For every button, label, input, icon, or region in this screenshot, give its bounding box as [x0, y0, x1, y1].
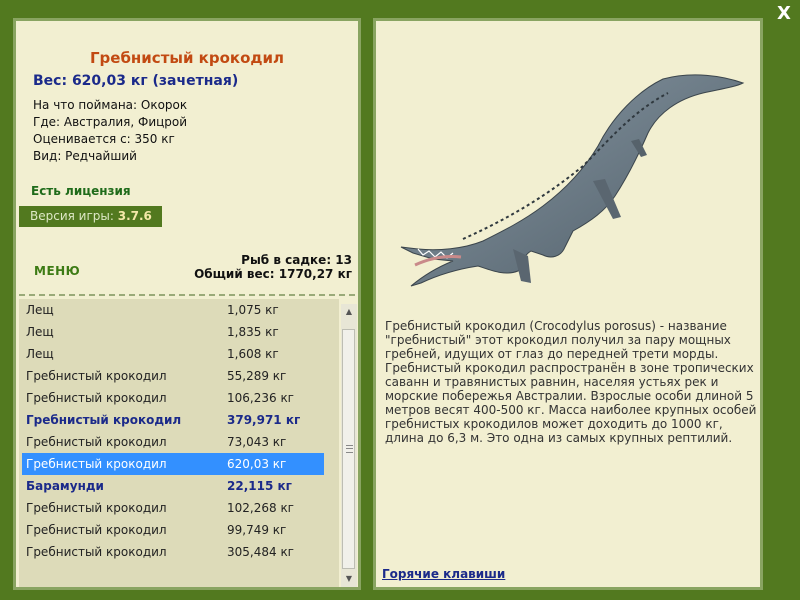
close-button[interactable]: X: [774, 4, 794, 24]
bait-info: На что поймана: Окорок: [33, 98, 188, 112]
catch-list-item[interactable]: Лещ 1,075 кг: [19, 299, 339, 321]
catch-fish-name: Лещ: [26, 347, 54, 361]
scroll-thumb[interactable]: [342, 329, 355, 569]
catch-list-item[interactable]: Барамунди 22,115 кг: [19, 475, 339, 497]
fish-details: На что поймана: Окорок Где: Австралия, Ф…: [33, 97, 187, 165]
version-bar: Версия игры: 3.7.6: [19, 206, 162, 227]
catch-list-item[interactable]: Гребнистый крокодил 73,043 кг: [19, 431, 339, 453]
scroll-up-icon[interactable]: ▲: [341, 304, 357, 320]
catch-fish-name: Гребнистый крокодил: [26, 435, 167, 449]
fish-description-panel: Гребнистый крокодил (Crocodylus porosus)…: [373, 18, 763, 590]
catch-fish-weight: 22,115 кг: [227, 479, 292, 493]
scroll-down-icon[interactable]: ▼: [341, 571, 357, 587]
catch-fish-weight: 379,971 кг: [227, 413, 301, 427]
catch-fish-name: Гребнистый крокодил: [26, 545, 167, 559]
catch-list[interactable]: Лещ 1,075 кг Лещ 1,835 кг Лещ 1,608 кг Гребнис…: [19, 299, 339, 587]
catch-list-item[interactable]: Гребнистый крокодил 106,236 кг: [19, 387, 339, 409]
catch-list-item[interactable]: Лещ 1,835 кг: [19, 321, 339, 343]
version-value: 3.7.6: [117, 209, 152, 223]
catch-fish-name: Лещ: [26, 325, 54, 339]
fish-info-panel: Гребнистый крокодил Вес: 620,03 кг (заче…: [13, 18, 361, 590]
catch-fish-weight: 1,835 кг: [227, 325, 279, 339]
catch-fish-weight: 73,043 кг: [227, 435, 287, 449]
catch-fish-weight: 1,075 кг: [227, 303, 279, 317]
fish-description: Гребнистый крокодил (Crocodylus porosus)…: [385, 319, 757, 445]
catch-fish-weight: 106,236 кг: [227, 391, 294, 405]
catch-fish-name: Гребнистый крокодил: [26, 413, 182, 427]
catch-fish-name: Гребнистый крокодил: [26, 501, 167, 515]
catch-fish-name: Гребнистый крокодил: [26, 457, 167, 471]
catch-list-item[interactable]: Гребнистый крокодил 99,749 кг: [19, 519, 339, 541]
catch-fish-weight: 1,608 кг: [227, 347, 279, 361]
catch-list-item[interactable]: Гребнистый крокодил 55,289 кг: [19, 365, 339, 387]
catch-list-item[interactable]: Лещ 1,608 кг: [19, 343, 339, 365]
license-status: Есть лицензия: [31, 184, 131, 198]
catch-list-scrollbar[interactable]: ▲ ▼: [341, 304, 357, 587]
fish-title: Гребнистый крокодил: [89, 49, 285, 67]
catch-fish-name: Гребнистый крокодил: [26, 523, 167, 537]
valuation-info: Оценивается с: 350 кг: [33, 132, 175, 146]
catch-fish-name: Гребнистый крокодил: [26, 391, 167, 405]
catch-fish-weight: 620,03 кг: [227, 457, 287, 471]
hotkeys-link[interactable]: Горячие клавиши: [382, 567, 505, 581]
catch-list-item[interactable]: Гребнистый крокодил 102,268 кг: [19, 497, 339, 519]
total-weight: Общий вес: 1770,27 кг: [194, 267, 352, 281]
menu-button[interactable]: МЕНЮ: [34, 264, 80, 278]
catch-fish-name: Гребнистый крокодил: [26, 369, 167, 383]
fish-weight: Вес: 620,03 кг (зачетная): [33, 73, 239, 89]
rarity-info: Вид: Редчайший: [33, 149, 137, 163]
crocodile-image: [400, 74, 745, 287]
separator: [19, 294, 355, 296]
catch-fish-name: Лещ: [26, 303, 54, 317]
catch-fish-name: Барамунди: [26, 479, 104, 493]
catch-fish-weight: 305,484 кг: [227, 545, 294, 559]
cage-stats: Рыб в садке: 13 Общий вес: 1770,27 кг: [194, 253, 352, 281]
catch-fish-weight: 55,289 кг: [227, 369, 287, 383]
catch-list-item[interactable]: Гребнистый крокодил 305,484 кг: [19, 541, 339, 563]
catch-list-item[interactable]: Гребнистый крокодил 620,03 кг: [22, 453, 324, 475]
catch-list-item[interactable]: Гребнистый крокодил 379,971 кг: [19, 409, 339, 431]
catch-fish-weight: 99,749 кг: [227, 523, 287, 537]
grip-icon: [346, 445, 353, 453]
location-info: Где: Австралия, Фицрой: [33, 115, 188, 129]
catch-fish-weight: 102,268 кг: [227, 501, 294, 515]
fish-count: Рыб в садке: 13: [241, 253, 352, 267]
version-label: Версия игры:: [30, 209, 118, 223]
